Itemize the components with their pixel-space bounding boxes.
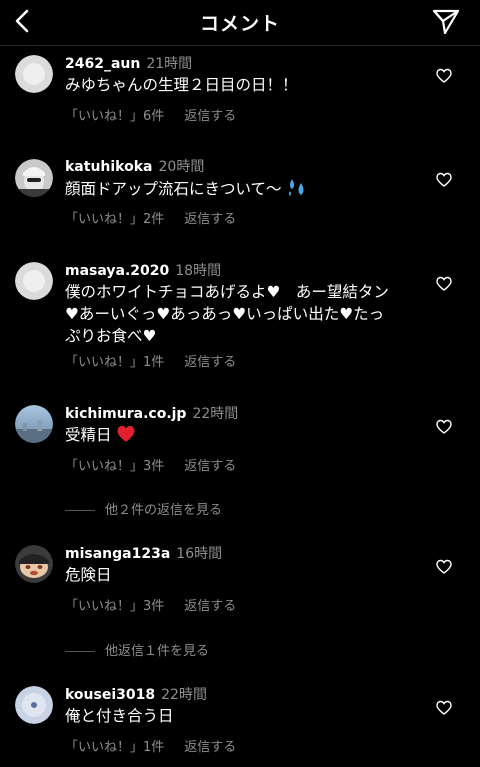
heart-icon[interactable] [436, 68, 452, 84]
comment-actions: 「いいね！」3件 返信する [65, 595, 236, 614]
avatar[interactable] [15, 686, 53, 724]
comment-text: 受精日 [65, 424, 410, 446]
likes-count[interactable]: 「いいね！」3件 [65, 459, 164, 474]
comment-text: みゆちゃんの生理２日目の日！！ [65, 76, 298, 94]
username-text[interactable]: 2462_aun [65, 56, 140, 72]
comment-text-line: 僕のホワイトチョコあげるよ♥ あー望結タン [65, 283, 389, 301]
reply-button[interactable]: 返信する [184, 109, 236, 124]
likes-count[interactable]: 「いいね！」2件 [65, 212, 164, 227]
divider-line [65, 510, 95, 511]
reply-button[interactable]: 返信する [184, 212, 236, 227]
share-button[interactable] [430, 6, 462, 36]
comment-username[interactable]: masaya.2020 18時間 [65, 260, 221, 280]
view-replies-label[interactable]: 他返信１件を見る [105, 644, 209, 659]
likes-count[interactable]: 「いいね！」6件 [65, 109, 164, 124]
view-replies-button[interactable]: 他２件の返信を見る [65, 499, 222, 518]
comment-time: 20時間 [158, 159, 205, 175]
comment-actions: 「いいね！」1件 返信する [65, 351, 236, 370]
default-avatar-icon [15, 55, 53, 93]
comment-text: 顔面ドアップ流石にきついて〜 [65, 177, 410, 200]
username-text[interactable]: kichimura.co.jp [65, 406, 186, 422]
heart-icon[interactable] [436, 700, 452, 716]
likes-count[interactable]: 「いいね！」1件 [65, 355, 164, 370]
comment-username[interactable]: 2462_aun 21時間 [65, 53, 192, 73]
heart-icon[interactable] [436, 172, 452, 188]
username-text[interactable]: masaya.2020 [65, 263, 169, 279]
comment-text-line: ぷりお食べ♥ [65, 327, 157, 345]
avatar[interactable] [15, 159, 53, 197]
paper-plane-icon [432, 9, 460, 35]
comment-text-content: 受精日 [65, 426, 112, 444]
avatar[interactable] [15, 405, 53, 443]
comment-text: 僕のホワイトチョコあげるよ♥ あー望結タン ♥あーいぐっ♥あっあっ♥いっぱい出た… [65, 281, 410, 347]
comment-username[interactable]: katuhikoka 20時間 [65, 156, 204, 176]
divider-line [65, 651, 95, 652]
comment-actions: 「いいね！」2件 返信する [65, 208, 236, 227]
comment-time: 16時間 [176, 546, 223, 562]
profile-photo [15, 545, 53, 583]
profile-photo [15, 405, 53, 443]
comment-text-content: 顔面ドアップ流石にきついて〜 [65, 180, 282, 198]
red-heart-icon [118, 425, 135, 442]
sweat-droplets-icon [289, 179, 304, 196]
default-avatar-icon [15, 262, 53, 300]
username-text[interactable]: kousei3018 [65, 687, 155, 703]
likes-count[interactable]: 「いいね！」1件 [65, 740, 164, 755]
comment-text: 俺と付き合う日 [65, 707, 174, 725]
avatar[interactable] [15, 545, 53, 583]
avatar[interactable] [15, 55, 53, 93]
heart-icon[interactable] [436, 559, 452, 575]
comment-actions: 「いいね！」1件 返信する [65, 736, 236, 755]
reply-button[interactable]: 返信する [184, 599, 236, 614]
profile-photo [15, 159, 53, 197]
view-replies-label[interactable]: 他２件の返信を見る [105, 503, 222, 518]
comment-username[interactable]: kichimura.co.jp 22時間 [65, 403, 238, 423]
reply-button[interactable]: 返信する [184, 355, 236, 370]
comment-actions: 「いいね！」6件 返信する [65, 105, 236, 124]
avatar[interactable] [15, 262, 53, 300]
likes-count[interactable]: 「いいね！」3件 [65, 599, 164, 614]
reply-button[interactable]: 返信する [184, 459, 236, 474]
comment-text: 危険日 [65, 566, 112, 584]
header: コメント [0, 0, 480, 46]
comment-text-line: ♥あーいぐっ♥あっあっ♥いっぱい出た♥たっ [65, 305, 385, 323]
heart-icon[interactable] [436, 276, 452, 292]
comment-actions: 「いいね！」3件 返信する [65, 455, 236, 474]
reply-button[interactable]: 返信する [184, 740, 236, 755]
comment-time: 22時間 [161, 687, 207, 703]
profile-photo [15, 686, 53, 724]
page-title: コメント [199, 13, 280, 35]
heart-icon[interactable] [436, 419, 452, 435]
view-replies-button[interactable]: 他返信１件を見る [65, 640, 209, 659]
username-text[interactable]: misanga123a [65, 546, 170, 562]
comment-time: 22時間 [192, 406, 239, 422]
username-text[interactable]: katuhikoka [65, 159, 153, 175]
comment-time: 21時間 [146, 56, 193, 72]
comment-time: 18時間 [175, 263, 222, 279]
comment-username[interactable]: misanga123a 16時間 [65, 543, 222, 563]
comment-username[interactable]: kousei3018 22時間 [65, 684, 207, 704]
